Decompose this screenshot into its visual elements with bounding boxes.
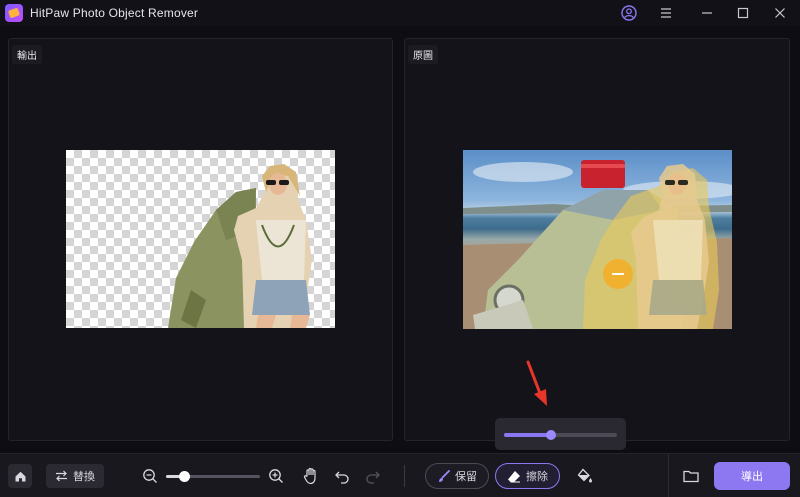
toolbar-divider: [668, 454, 669, 497]
brush-size-popup: [495, 418, 626, 450]
folder-icon: [683, 470, 699, 483]
original-photo: [463, 160, 732, 329]
zoom-out-button[interactable]: [141, 467, 159, 485]
minimize-button[interactable]: [696, 3, 718, 23]
original-image: [463, 150, 732, 329]
menu-icon: [661, 8, 671, 18]
paint-bucket-icon: [577, 468, 592, 483]
minimize-icon: [702, 12, 712, 14]
brush-icon: [439, 469, 450, 482]
original-panel: 原圖: [404, 38, 790, 441]
app-window: HitPaw Photo Object Remover 輸出 原圖 替換 保留 …: [0, 0, 800, 497]
output-panel-label: 輸出: [12, 45, 42, 64]
zoom-out-icon: [143, 469, 157, 483]
hand-icon: [303, 467, 316, 485]
erase-label: 擦除: [526, 471, 548, 483]
brush-size-fill: [504, 433, 552, 437]
bottom-toolbar: 替換 保留 擦除 導出: [0, 453, 800, 497]
menu-button[interactable]: [655, 3, 677, 23]
maximize-icon: [737, 7, 749, 19]
output-panel: 輸出: [8, 38, 393, 441]
account-icon: [621, 5, 637, 21]
app-title: HitPaw Photo Object Remover: [30, 6, 199, 20]
zoom-in-button[interactable]: [267, 467, 285, 485]
toolbar-divider: [404, 465, 405, 487]
redo-icon: [366, 471, 380, 484]
keep-brush-button[interactable]: 保留: [425, 463, 489, 489]
close-button[interactable]: [769, 3, 791, 23]
brush-size-handle[interactable]: [546, 430, 557, 440]
home-button[interactable]: [8, 464, 32, 488]
fill-button[interactable]: [576, 467, 594, 485]
erase-button[interactable]: 擦除: [495, 463, 560, 489]
export-button[interactable]: 導出: [714, 462, 790, 490]
brush-size-slider[interactable]: [504, 430, 617, 440]
app-logo-icon: [5, 4, 23, 22]
undo-button[interactable]: [333, 467, 351, 485]
close-icon: [775, 8, 785, 18]
home-icon: [15, 471, 25, 481]
eraser-icon: [508, 470, 520, 482]
zoom-slider[interactable]: [166, 471, 260, 482]
annotation-arrow-icon: [526, 360, 547, 406]
undo-icon: [335, 471, 349, 484]
output-image: [66, 150, 335, 328]
zoom-in-icon: [269, 469, 283, 483]
open-folder-button[interactable]: [681, 466, 701, 486]
maximize-button[interactable]: [732, 3, 754, 23]
output-cutout: [168, 164, 312, 328]
keep-label: 保留: [455, 471, 477, 483]
swap-arrows-icon: [56, 470, 67, 482]
hand-tool-button[interactable]: [302, 466, 320, 486]
title-bar: HitPaw Photo Object Remover: [0, 0, 800, 26]
original-panel-label: 原圖: [408, 45, 438, 64]
zoom-slider-handle[interactable]: [178, 471, 190, 482]
account-button[interactable]: [618, 3, 640, 23]
brush-cursor-icon: [603, 259, 633, 289]
redo-button[interactable]: [364, 467, 382, 485]
replace-button[interactable]: 替換: [46, 464, 104, 488]
replace-label: 替換: [73, 471, 95, 483]
